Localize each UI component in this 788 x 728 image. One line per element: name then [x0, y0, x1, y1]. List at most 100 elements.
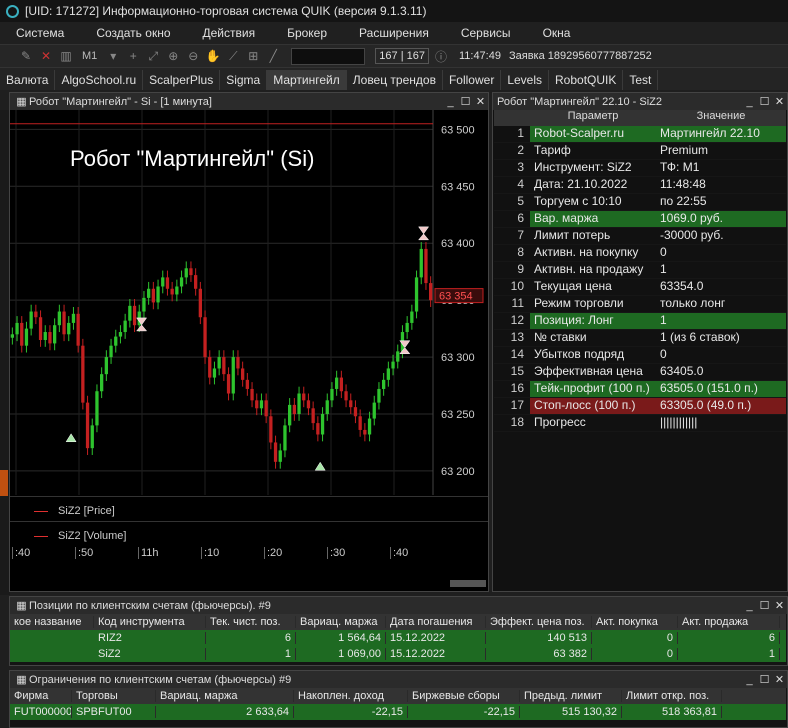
- param-row[interactable]: 10 Текущая цена 63354.0: [494, 279, 786, 296]
- table-row[interactable]: FUT000000 SPBFUT00 2 633,64 -22,15 -22,15 515…: [10, 704, 786, 720]
- maximize-icon[interactable]: ☐: [757, 599, 772, 612]
- column-header[interactable]: кое название: [10, 616, 94, 628]
- param-name: Дата: 21.10.2022: [534, 177, 628, 191]
- column-header[interactable]: Предыд. лимит: [520, 690, 622, 702]
- table-row[interactable]: RIZ2 6 1 564,64 15.12.2022 140 513 0 6: [10, 630, 786, 646]
- chart-window-header[interactable]: ▦ Робот "Мартингейл" - Si - [1 минута] _…: [10, 93, 488, 110]
- column-header[interactable]: Торговы: [72, 690, 156, 702]
- close-icon[interactable]: ✕: [772, 95, 787, 108]
- info-icon[interactable]: ⓘ: [433, 48, 449, 64]
- grid-icon[interactable]: ⊞: [245, 48, 261, 64]
- param-row[interactable]: 17 Стоп-лосс (100 п.) 63305.0 (49.0 п.): [494, 398, 786, 415]
- candle: [353, 400, 358, 424]
- x-tick-label: 11h: [138, 547, 159, 559]
- params-window-header[interactable]: Робот "Мартингейл" 22.10 - SiZ2 _ ☐ ✕: [493, 93, 787, 110]
- maximize-icon[interactable]: ☐: [757, 673, 772, 686]
- minimize-icon[interactable]: _: [443, 96, 458, 108]
- line-icon[interactable]: ╱: [265, 48, 281, 64]
- minimize-icon[interactable]: _: [742, 674, 757, 686]
- column-header[interactable]: Лимит откр. поз.: [622, 690, 722, 702]
- menu-services[interactable]: Сервисы: [445, 26, 527, 40]
- tab-6[interactable]: Follower: [443, 70, 502, 90]
- param-row[interactable]: 14 Убытков подряд 0: [494, 347, 786, 364]
- param-row[interactable]: 15 Эффективная цена 63405.0: [494, 364, 786, 381]
- positions-window-header[interactable]: ▦ Позиции по клиентским счетам (фьючерсы…: [10, 597, 787, 614]
- menu-extensions[interactable]: Расширения: [343, 26, 445, 40]
- candle: [85, 395, 90, 455]
- crosshair-icon[interactable]: +: [125, 48, 141, 64]
- param-row[interactable]: 9 Активн. на продажу 1: [494, 262, 786, 279]
- chart-scrollbar[interactable]: [450, 580, 486, 587]
- tab-1[interactable]: AlgoSchool.ru: [55, 70, 144, 90]
- tab-0[interactable]: Валюта: [0, 70, 56, 90]
- column-header[interactable]: Накоплен. доход: [294, 690, 408, 702]
- close-icon[interactable]: ✕: [772, 599, 787, 612]
- minimize-icon[interactable]: _: [742, 600, 757, 612]
- close-icon[interactable]: ✕: [772, 673, 787, 686]
- param-column-header[interactable]: Параметр: [530, 110, 656, 126]
- tab-2[interactable]: ScalperPlus: [143, 70, 221, 90]
- param-row[interactable]: 16 Тейк-профит (100 п.) 63505.0 (151.0 п.): [494, 381, 786, 398]
- maximize-icon[interactable]: ☐: [757, 95, 772, 108]
- menu-broker[interactable]: Брокер: [271, 26, 343, 40]
- candle: [114, 329, 118, 353]
- param-row[interactable]: 2 Тариф Premium: [494, 143, 786, 160]
- param-row[interactable]: 4 Дата: 21.10.2022 11:48:48: [494, 177, 786, 194]
- minimize-icon[interactable]: _: [742, 96, 757, 108]
- window-menu-icon[interactable]: ▦: [14, 599, 29, 612]
- column-header[interactable]: Эффект. цена поз.: [486, 616, 592, 628]
- pencil-icon[interactable]: ✎: [18, 48, 34, 64]
- param-row[interactable]: 5 Торгуем с 10:10 по 22:55: [494, 194, 786, 211]
- bars-icon[interactable]: ▥: [58, 48, 74, 64]
- param-row[interactable]: 18 Прогресс ||||||||||||: [494, 415, 786, 432]
- menu-windows[interactable]: Окна: [527, 26, 587, 40]
- zoom-out-icon[interactable]: ⊖: [185, 48, 201, 64]
- ruler-icon[interactable]: ⟋: [225, 48, 241, 64]
- param-name: № ставки: [534, 330, 587, 344]
- param-row[interactable]: 11 Режим торговли только лонг: [494, 296, 786, 313]
- column-header[interactable]: Акт. продажа: [678, 616, 780, 628]
- interval-select[interactable]: M1: [78, 50, 101, 62]
- menu-create-window[interactable]: Создать окно: [80, 26, 186, 40]
- tab-5[interactable]: Ловец трендов: [347, 70, 443, 90]
- tab-4[interactable]: Мартингейл: [267, 70, 347, 90]
- column-header[interactable]: Вариац. маржа: [156, 690, 294, 702]
- param-row-number: 13: [510, 330, 524, 344]
- column-header[interactable]: Дата погашения: [386, 616, 486, 628]
- window-menu-icon[interactable]: ▦: [14, 673, 29, 686]
- column-header[interactable]: Акт. покупка: [592, 616, 678, 628]
- param-row[interactable]: 6 Вар. маржа 1069.0 руб.: [494, 211, 786, 228]
- menu-actions[interactable]: Действия: [187, 26, 272, 40]
- hand-icon[interactable]: ✋: [205, 48, 221, 64]
- param-row[interactable]: 3 Инструмент: SiZ2 ТФ: M1: [494, 160, 786, 177]
- chevron-down-icon[interactable]: ▾: [105, 48, 121, 64]
- column-header[interactable]: Код инструмента: [94, 616, 206, 628]
- column-header[interactable]: Биржевые сборы: [408, 690, 520, 702]
- param-row[interactable]: 7 Лимит потерь -30000 руб.: [494, 228, 786, 245]
- menu-system[interactable]: Система: [0, 26, 80, 40]
- tab-8[interactable]: RobotQUIK: [549, 70, 624, 90]
- search-input[interactable]: [291, 47, 366, 65]
- maximize-icon[interactable]: ☐: [458, 95, 473, 108]
- param-name: Лимит потерь: [534, 228, 611, 242]
- limits-window-header[interactable]: ▦ Ограничения по клиентским счетам (фьюч…: [10, 671, 787, 688]
- window-menu-icon[interactable]: ▦: [14, 95, 29, 108]
- column-header[interactable]: Вариац. маржа: [296, 616, 386, 628]
- tab-9[interactable]: Test: [623, 70, 659, 90]
- fit-icon[interactable]: ⤢: [145, 48, 161, 64]
- param-row[interactable]: 1 Robot-Scalper.ru Мартингейл 22.10: [494, 126, 786, 143]
- column-header[interactable]: Тек. чист. поз.: [206, 616, 296, 628]
- delete-drawing-icon[interactable]: ✕: [38, 48, 54, 64]
- value-column-header[interactable]: Значение: [656, 110, 786, 126]
- param-row[interactable]: 13 № ставки 1 (из 6 ставок): [494, 330, 786, 347]
- param-row[interactable]: 12 Позиция: Лонг 1: [494, 313, 786, 330]
- column-header[interactable]: Фирма: [10, 690, 72, 702]
- zoom-in-icon[interactable]: ⊕: [165, 48, 181, 64]
- tab-3[interactable]: Sigma: [220, 70, 268, 90]
- param-row[interactable]: 8 Активн. на покупку 0: [494, 245, 786, 262]
- param-value: 0: [660, 245, 667, 259]
- tab-7[interactable]: Levels: [501, 70, 550, 90]
- close-icon[interactable]: ✕: [473, 95, 488, 108]
- table-row[interactable]: SiZ2 1 1 069,00 15.12.2022 63 382 0 1: [10, 646, 786, 662]
- param-name: Эффективная цена: [534, 364, 643, 378]
